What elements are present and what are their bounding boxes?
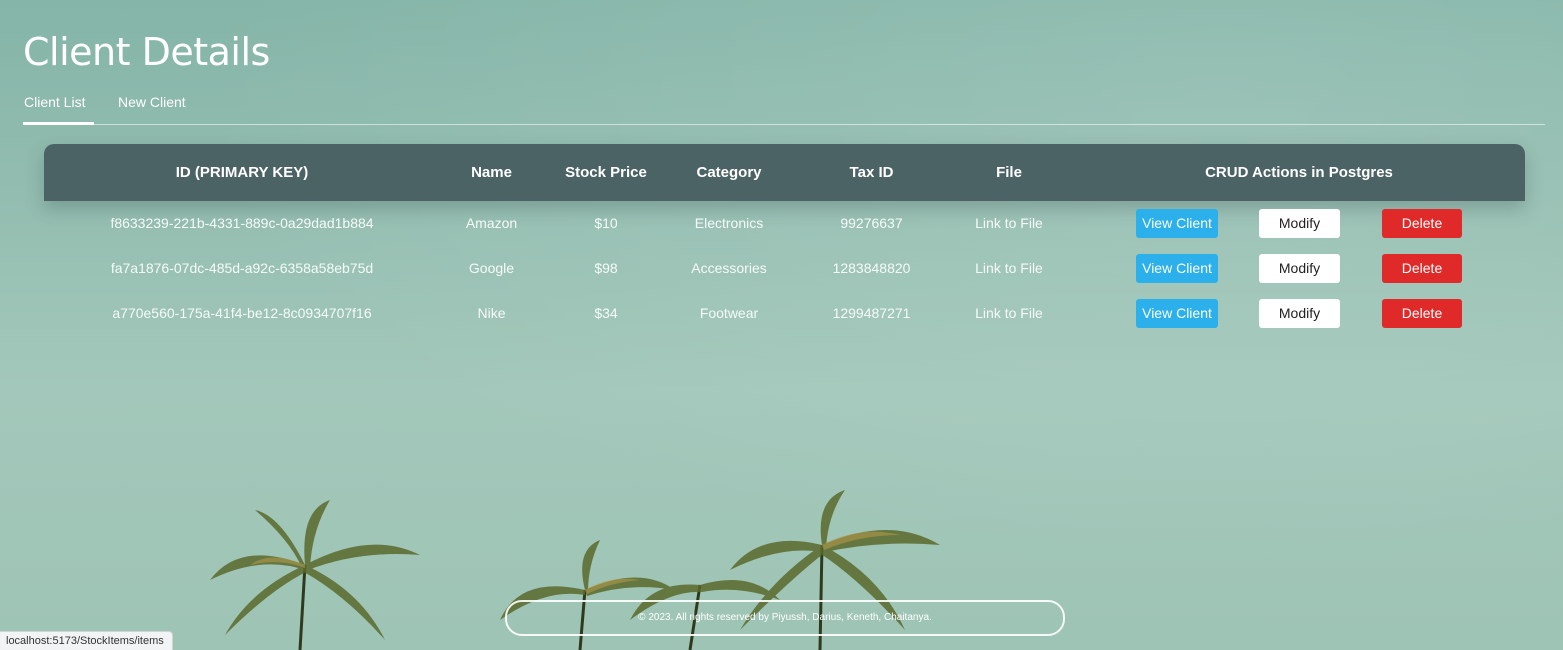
file-link[interactable]: Link to File: [959, 291, 1059, 336]
file-link[interactable]: Link to File: [959, 201, 1059, 246]
tab-client-list[interactable]: Client List: [24, 94, 85, 110]
cell-category: Electronics: [694, 215, 764, 231]
cell-tax-id: 1283848820: [832, 260, 911, 276]
column-header-category: Category: [696, 164, 762, 181]
column-header-file: File: [996, 164, 1022, 181]
modify-button[interactable]: Modify: [1259, 254, 1340, 283]
view-client-button[interactable]: View Client: [1136, 299, 1218, 328]
column-header-stock-price: Stock Price: [565, 164, 647, 181]
modify-button[interactable]: Modify: [1259, 299, 1340, 328]
column-header-crud-actions: CRUD Actions in Postgres: [1205, 164, 1393, 181]
footer-copyright: © 2023. All rights reserved by Piyussh, …: [505, 600, 1065, 636]
delete-button[interactable]: Delete: [1382, 209, 1462, 238]
table-row: a770e560-175a-41f4-be12-8c0934707f16 Nik…: [44, 291, 1525, 336]
cell-stock-price: $98: [594, 260, 618, 276]
client-table: ID (PRIMARY KEY) Name Stock Price Catego…: [44, 144, 1525, 336]
cell-name: Nike: [477, 305, 506, 321]
file-link[interactable]: Link to File: [959, 246, 1059, 291]
cell-id: a770e560-175a-41f4-be12-8c0934707f16: [112, 305, 372, 321]
cell-id: fa7a1876-07dc-485d-a92c-6358a58eb75d: [110, 260, 374, 276]
column-header-name: Name: [471, 164, 512, 181]
cell-stock-price: $10: [594, 215, 618, 231]
active-tab-indicator: [23, 122, 94, 125]
view-client-button[interactable]: View Client: [1136, 254, 1218, 283]
table-row: fa7a1876-07dc-485d-a92c-6358a58eb75d Goo…: [44, 246, 1525, 291]
tab-bar: Client List New Client: [23, 92, 1545, 125]
cell-name: Google: [468, 260, 515, 276]
delete-button[interactable]: Delete: [1382, 299, 1462, 328]
column-header-id: ID (PRIMARY KEY): [175, 164, 309, 181]
cell-category: Footwear: [699, 305, 759, 321]
browser-status-bar-url: localhost:5173/StockItems/items: [0, 631, 173, 650]
page-title: Client Details: [23, 30, 270, 74]
cell-tax-id: 1299487271: [832, 305, 911, 321]
column-header-tax-id: Tax ID: [849, 164, 894, 181]
tab-new-client[interactable]: New Client: [118, 94, 186, 110]
cell-tax-id: 99276637: [840, 215, 903, 231]
delete-button[interactable]: Delete: [1382, 254, 1462, 283]
cell-category: Accessories: [691, 260, 767, 276]
view-client-button[interactable]: View Client: [1136, 209, 1218, 238]
table-row: f8633239-221b-4331-889c-0a29dad1b884 Ama…: [44, 201, 1525, 246]
cell-stock-price: $34: [594, 305, 618, 321]
table-header: ID (PRIMARY KEY) Name Stock Price Catego…: [44, 144, 1525, 201]
modify-button[interactable]: Modify: [1259, 209, 1340, 238]
cell-name: Amazon: [465, 215, 518, 231]
cell-id: f8633239-221b-4331-889c-0a29dad1b884: [110, 215, 374, 231]
